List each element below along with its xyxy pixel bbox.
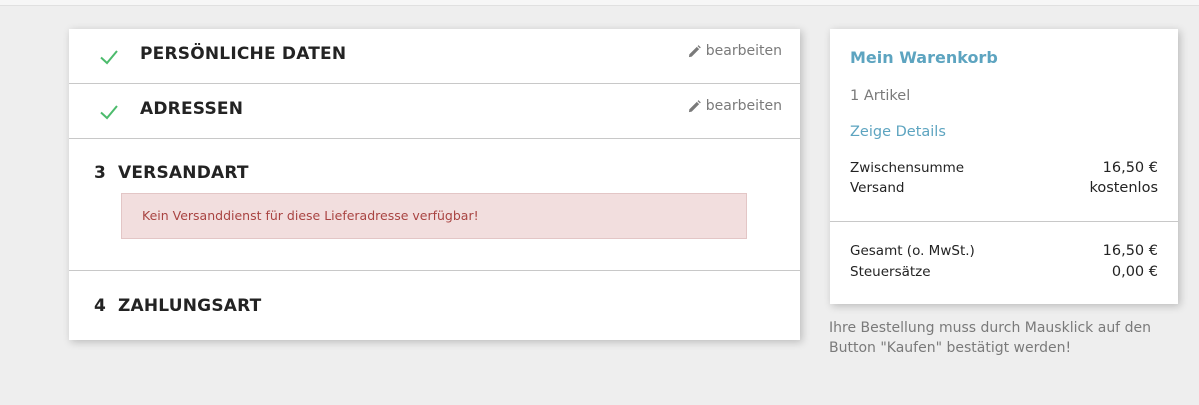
tax-label: Steuersätze [850, 264, 931, 280]
edit-personal-data-link[interactable]: bearbeiten [688, 43, 782, 59]
step-title: ZAHLUNGSART [118, 296, 262, 316]
step-number: 4 [94, 296, 106, 316]
cart-summary: Mein Warenkorb 1 Artikel Zeige Details Z… [830, 29, 1178, 304]
shipping-alert: Kein Versanddienst für diese Lieferadres… [121, 193, 747, 239]
subtotal-label: Zwischensumme [850, 160, 965, 176]
show-details-link[interactable]: Zeige Details [850, 124, 946, 140]
tax-row: Steuersätze 0,00 € [850, 264, 1158, 280]
step-title: VERSANDART [118, 163, 249, 183]
shipping-row: Versand kostenlos [850, 180, 1158, 196]
edit-addresses-link[interactable]: bearbeiten [688, 98, 782, 114]
pencil-icon [688, 99, 701, 112]
step-number: 3 [94, 163, 106, 183]
header-bar [0, 0, 1199, 6]
confirmation-note: Ihre Bestellung muss durch Mausklick auf… [829, 320, 1151, 356]
shipping-label: Versand [850, 180, 905, 196]
edit-label: bearbeiten [705, 98, 782, 114]
step-title: ADRESSEN [140, 99, 244, 119]
step-personal-data[interactable]: PERSÖNLICHE DATEN bearbeiten [69, 29, 800, 84]
shipping-value: kostenlos [1089, 180, 1158, 196]
cart-divider [830, 221, 1178, 222]
check-icon [100, 105, 118, 120]
checkout-steps: PERSÖNLICHE DATEN bearbeiten ADRESSEN be… [69, 29, 800, 340]
total-label: Gesamt (o. MwSt.) [850, 243, 975, 259]
subtotal-row: Zwischensumme 16,50 € [850, 160, 1158, 176]
cart-item-count: 1 Artikel [850, 88, 911, 104]
edit-label: bearbeiten [705, 43, 782, 59]
cart-title: Mein Warenkorb [850, 48, 998, 67]
step-addresses[interactable]: ADRESSEN bearbeiten [69, 84, 800, 139]
pencil-icon [688, 44, 701, 57]
check-icon [100, 50, 118, 65]
total-value: 16,50 € [1102, 243, 1158, 259]
subtotal-value: 16,50 € [1102, 160, 1158, 176]
step-title: PERSÖNLICHE DATEN [140, 44, 347, 64]
tax-value: 0,00 € [1111, 264, 1158, 280]
step-payment-method[interactable]: 4 ZAHLUNGSART [69, 271, 800, 340]
step-shipping-method: 3 VERSANDART Kein Versanddienst für dies… [69, 139, 800, 271]
total-row: Gesamt (o. MwSt.) 16,50 € [850, 243, 1158, 259]
